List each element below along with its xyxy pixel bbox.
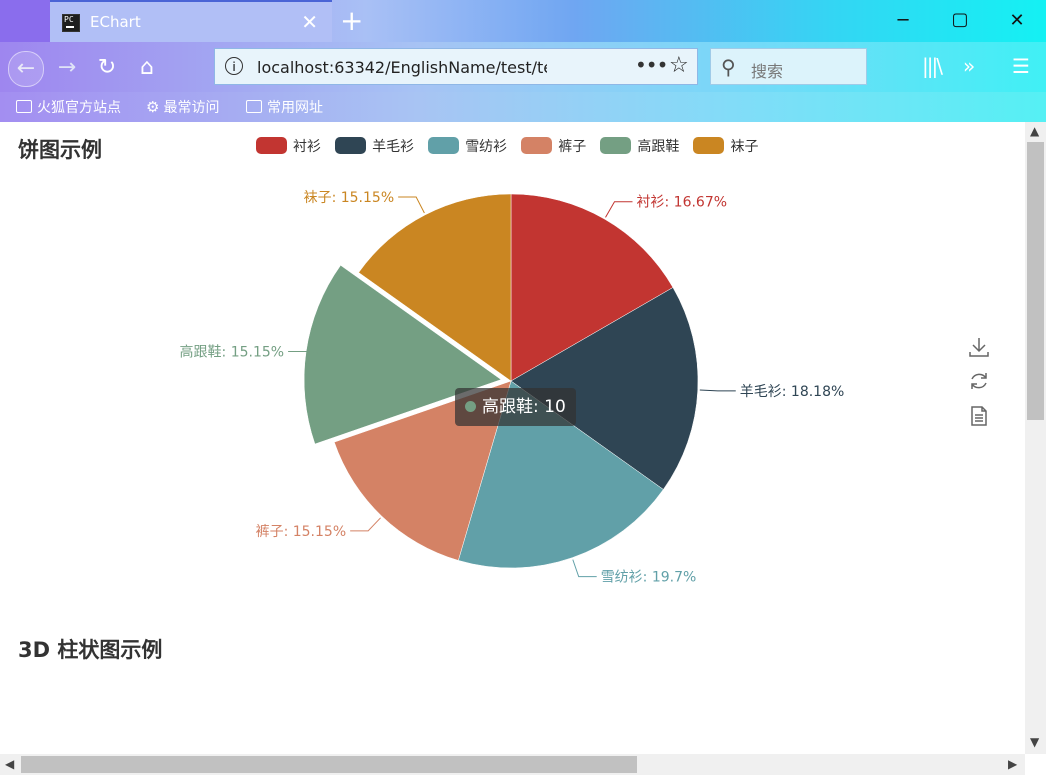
home-icon[interactable]: ⌂ [130, 51, 164, 85]
pie-label-line [350, 517, 381, 532]
scroll-right-icon[interactable]: ▶ [1008, 757, 1017, 771]
title-bar: PC EChart ✕ + ─ ▢ ✕ [0, 0, 1046, 42]
more-icon[interactable]: ••• [635, 53, 668, 77]
close-tab-icon[interactable]: ✕ [301, 10, 318, 34]
scroll-down-icon[interactable]: ▼ [1030, 735, 1039, 749]
url-text[interactable]: localhost:63342/EnglishName/test/temp [257, 58, 547, 77]
bookmark-most-visited[interactable]: ⚙ 最常访问 [146, 97, 219, 117]
page-content: 饼图示例 衬衫 羊毛衫 雪纺衫 裤子 高跟鞋 袜子 衬衫: 16.67% 羊毛衫:… [0, 122, 1025, 754]
menu-icon[interactable]: ☰ [1012, 54, 1030, 78]
nav-toolbar: ← → ↻ ⌂ i localhost:63342/EnglishName/te… [0, 42, 1046, 92]
overflow-icon[interactable]: » [963, 54, 975, 78]
browser-tab[interactable]: PC EChart ✕ [50, 0, 332, 42]
bookmark-common-sites[interactable]: 常用网址 [246, 97, 323, 117]
new-tab-icon[interactable]: + [340, 4, 363, 37]
scroll-left-icon[interactable]: ◀ [5, 757, 14, 771]
chart-tooltip: 高跟鞋: 10 [455, 388, 576, 426]
folder-icon [246, 100, 262, 113]
bookmark-firefox-site[interactable]: 火狐官方站点 [16, 97, 121, 117]
folder-icon [16, 100, 32, 113]
search-icon: ⚲ [721, 55, 736, 79]
pie-label-line [572, 559, 597, 578]
bookmark-star-icon[interactable]: ☆ [669, 53, 689, 78]
vertical-scrollbar[interactable]: ▲ ▼ [1025, 122, 1046, 754]
pie-data-label: 衬衫: 16.67% [637, 195, 728, 211]
pie-label-line [699, 389, 736, 392]
tab-title: EChart [90, 13, 141, 31]
refresh-icon[interactable] [968, 370, 990, 396]
library-icon[interactable]: |||\ [922, 54, 943, 78]
gear-icon: ⚙ [146, 98, 160, 116]
back-icon[interactable]: ← [8, 51, 44, 87]
forward-icon[interactable]: → [50, 51, 84, 85]
minimize-icon[interactable]: ─ [893, 10, 913, 31]
horizontal-scrollbar[interactable]: ◀ ▶ [0, 754, 1025, 775]
download-icon[interactable] [968, 336, 990, 362]
url-bar[interactable]: i localhost:63342/EnglishName/test/temp … [214, 48, 698, 85]
data-view-icon[interactable] [968, 405, 990, 431]
close-window-icon[interactable]: ✕ [1007, 10, 1027, 31]
pie-data-label: 高跟鞋: 15.15% [180, 344, 285, 361]
pie-data-label: 裤子: 15.15% [256, 524, 347, 540]
search-box[interactable]: ⚲ 搜索 [710, 48, 867, 85]
pie-data-label: 袜子: 15.15% [304, 190, 395, 206]
title-bar-left-space [0, 0, 50, 42]
horizontal-scroll-thumb[interactable] [21, 756, 637, 773]
pycharm-icon: PC [62, 14, 80, 32]
bookmarks-bar: 火狐官方站点 ⚙ 最常访问 常用网址 [0, 92, 1046, 122]
maximize-icon[interactable]: ▢ [950, 9, 970, 30]
pie-label-line [398, 196, 425, 214]
info-icon[interactable]: i [225, 57, 243, 75]
scroll-up-icon[interactable]: ▲ [1030, 124, 1039, 138]
reload-icon[interactable]: ↻ [90, 51, 124, 85]
search-placeholder: 搜索 [751, 62, 784, 81]
vertical-scroll-thumb[interactable] [1027, 142, 1044, 420]
pie-data-label: 羊毛衫: 18.18% [740, 384, 845, 400]
bar-section-title: 3D 柱状图示例 [18, 638, 163, 662]
pie-label-line [605, 201, 633, 218]
pie-chart: 衬衫: 16.67% 羊毛衫: 18.18% 雪纺衫: 19.7% 裤子: 15.15… [180, 190, 845, 586]
pie-data-label: 雪纺衫: 19.7% [601, 570, 697, 586]
